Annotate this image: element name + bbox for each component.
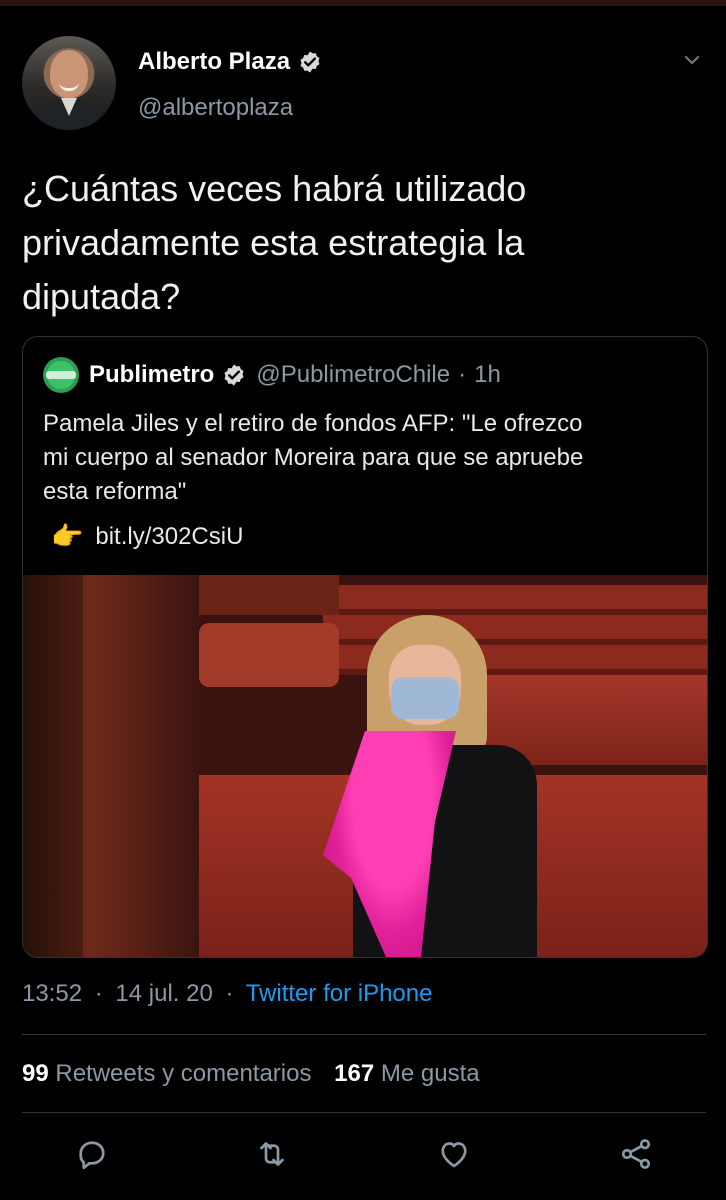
author-name-row[interactable]: Alberto Plaza	[138, 48, 322, 76]
likes-stat[interactable]: 167 Me gusta	[334, 1060, 479, 1087]
retweets-count: 99	[22, 1060, 49, 1087]
meta-separator: ·	[225, 980, 234, 1007]
retweets-label: Retweets y comentarios	[55, 1060, 312, 1087]
tweet-source-link[interactable]: Twitter for iPhone	[246, 980, 433, 1007]
divider	[22, 1112, 706, 1113]
tweet-header: Alberto Plaza @albertoplaza	[22, 34, 712, 134]
likes-count: 167	[334, 1060, 375, 1087]
tweet-actions-bar	[22, 1128, 706, 1188]
tweet-text: ¿Cuántas veces habrá utilizado privadame…	[22, 168, 527, 317]
retweet-icon[interactable]	[254, 1136, 290, 1172]
photo-wood-panel-edge	[23, 575, 83, 957]
heart-icon[interactable]	[436, 1136, 472, 1172]
quoted-author-name[interactable]: Publimetro	[89, 361, 214, 389]
tweet-date: 14 jul. 20	[115, 980, 213, 1007]
publimetro-logo-icon	[43, 357, 79, 393]
photo-chair	[199, 623, 339, 687]
verified-badge-icon	[224, 364, 244, 386]
retweets-stat[interactable]: 99 Retweets y comentarios	[22, 1060, 318, 1087]
tweet-time: 13:52	[22, 980, 83, 1007]
logo-wordmark	[46, 371, 76, 379]
top-strip	[0, 0, 726, 6]
quoted-author-handle[interactable]: @PublimetroChile	[256, 361, 450, 389]
share-icon[interactable]	[618, 1136, 654, 1172]
tweet-timestamp-row: 13:52 · 14 jul. 20 · Twitter for iPhone	[22, 980, 432, 1008]
quoted-time: 1h	[474, 361, 501, 388]
likes-label: Me gusta	[380, 1060, 480, 1087]
quoted-tweet-photo[interactable]	[23, 575, 707, 957]
chevron-down-icon[interactable]	[682, 50, 702, 70]
quoted-tweet-card[interactable]: Publimetro @PublimetroChile · 1h Pamela …	[22, 336, 708, 958]
meta-separator: ·	[94, 980, 103, 1007]
author-display-name[interactable]: Alberto Plaza	[138, 48, 290, 76]
quoted-meta-separator: ·	[458, 361, 467, 388]
reply-icon[interactable]	[74, 1136, 110, 1172]
avatar[interactable]	[22, 36, 116, 130]
quoted-link-row: 👉 bit.ly/302CsiU	[51, 521, 243, 552]
photo-face-mask	[391, 677, 459, 719]
pointing-hand-icon: 👉	[51, 521, 84, 551]
photo-chair-back	[199, 575, 339, 615]
quoted-tweet-text: Pamela Jiles y el retiro de fondos AFP: …	[43, 410, 584, 505]
quoted-link[interactable]: bit.ly/302CsiU	[95, 523, 243, 551]
photo-woman	[323, 615, 543, 957]
quoted-tweet-header: Publimetro @PublimetroChile · 1h	[43, 357, 501, 393]
divider	[22, 1034, 706, 1035]
tweet-stats-row: 99 Retweets y comentarios 167 Me gusta	[22, 1060, 480, 1088]
author-handle[interactable]: @albertoplaza	[138, 94, 293, 122]
verified-badge-icon	[300, 51, 320, 73]
